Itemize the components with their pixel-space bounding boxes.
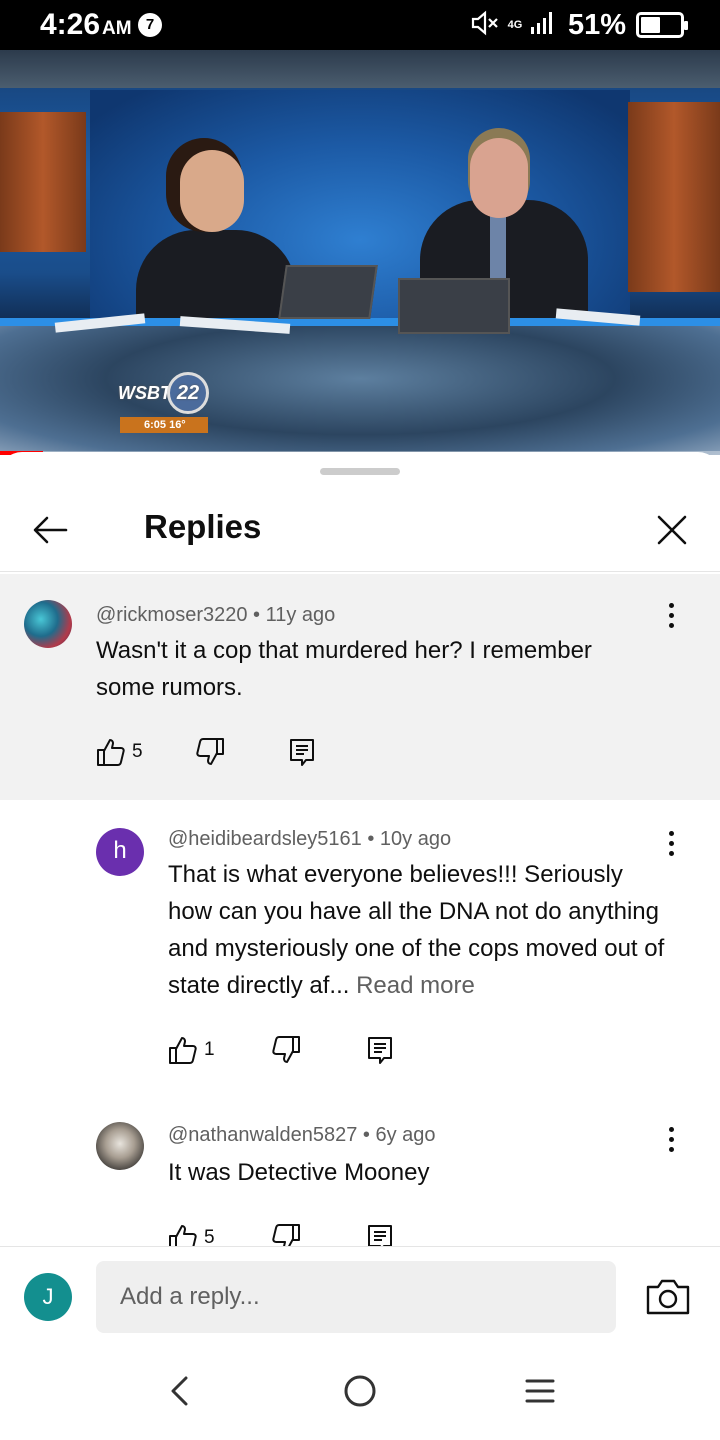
comment-more-button[interactable] — [656, 826, 686, 870]
reply-comment: @nathanwalden5827 • 6y ago It was Detect… — [0, 1092, 720, 1246]
video-player[interactable]: WSBT 22 6:05 16° — [0, 50, 720, 455]
comment-meta: @nathanwalden5827 • 6y ago — [168, 1124, 436, 1147]
comment-icon — [365, 1035, 395, 1065]
meta-separator: • — [362, 1124, 370, 1146]
status-time: 4:26 AM — [40, 8, 132, 41]
comment-age[interactable]: 6y ago — [376, 1124, 436, 1146]
comment-meta: @heidibeardsley5161 • 10y ago — [168, 828, 451, 851]
reply-comment: h @heidibeardsley5161 • 10y ago That is … — [0, 800, 720, 1080]
thumb-up-icon — [168, 1223, 198, 1246]
close-icon — [657, 515, 687, 545]
news-desk — [0, 318, 720, 455]
comment-meta: @rickmoser3220 • 11y ago — [96, 604, 335, 627]
thumb-up-icon — [168, 1035, 198, 1065]
battery-percent: 51% — [567, 8, 626, 41]
more-vert-icon — [668, 1127, 674, 1132]
dislike-button[interactable] — [271, 1035, 301, 1065]
comment-age[interactable]: 10y ago — [380, 828, 451, 850]
comment-actions: 5 — [96, 732, 317, 772]
meta-separator: • — [367, 828, 375, 850]
status-ampm: AM — [102, 18, 132, 39]
dislike-button[interactable] — [271, 1223, 301, 1246]
nav-home-button[interactable] — [335, 1366, 385, 1416]
studio-panel-left — [0, 112, 86, 252]
menu-icon — [525, 1379, 555, 1403]
reply-button[interactable] — [287, 737, 317, 767]
comment-author[interactable]: @heidibeardsley5161 — [168, 828, 362, 850]
comment-more-button[interactable] — [656, 1122, 686, 1166]
camera-button[interactable] — [644, 1277, 692, 1317]
comment-icon — [287, 737, 317, 767]
notification-badge: 7 — [138, 13, 162, 37]
comment-author[interactable]: @rickmoser3220 — [96, 604, 247, 626]
laptop — [398, 278, 510, 334]
thumb-down-icon — [271, 1223, 301, 1246]
comment-author[interactable]: @nathanwalden5827 — [168, 1124, 357, 1146]
like-count: 5 — [204, 1227, 215, 1246]
comment-more-button[interactable] — [656, 598, 686, 642]
reply-button[interactable] — [365, 1035, 395, 1065]
mute-icon — [470, 10, 500, 41]
channel-number: 22 — [167, 372, 209, 414]
comment-age[interactable]: 11y ago — [266, 604, 336, 626]
anchor-female-head — [180, 150, 244, 232]
close-button[interactable] — [648, 506, 696, 554]
my-avatar[interactable]: J — [24, 1273, 72, 1321]
comment-text: It was Detective Mooney — [168, 1159, 430, 1186]
system-nav-bar — [0, 1344, 720, 1440]
comment-icon — [365, 1223, 395, 1246]
camera-icon — [646, 1279, 690, 1315]
status-indicators: 4G 51% — [470, 8, 688, 42]
avatar[interactable]: h — [96, 828, 144, 876]
thumb-up-icon — [96, 737, 126, 767]
more-vert-icon — [668, 603, 674, 608]
comment-text: Wasn't it a cop that murdered her? I rem… — [96, 637, 592, 701]
comment-text: That is what everyone believes!!! Seriou… — [168, 856, 668, 1004]
thumb-down-icon — [271, 1035, 301, 1065]
channel-logo: WSBT 22 — [118, 372, 209, 414]
parent-comment: @rickmoser3220 • 11y ago Wasn't it a cop… — [0, 574, 720, 800]
anchor-male-head — [470, 138, 528, 218]
replies-sheet: Replies @rickmoser3220 • 11y ago Wasn't … — [0, 452, 720, 1440]
sheet-title: Replies — [144, 508, 262, 545]
status-bar: 4:26 AM 7 4G 51% — [0, 0, 720, 50]
reply-button[interactable] — [365, 1223, 395, 1246]
comment-actions: 5 — [168, 1218, 395, 1246]
laptop — [278, 265, 378, 319]
meta-separator: • — [253, 604, 261, 626]
home-circle-icon — [344, 1375, 376, 1407]
studio-panel-right — [628, 102, 720, 292]
like-count: 1 — [204, 1039, 215, 1060]
studio-ceiling — [0, 50, 720, 88]
read-more-link[interactable]: Read more — [356, 972, 475, 999]
drag-handle[interactable] — [320, 468, 400, 475]
reply-input[interactable] — [96, 1261, 616, 1333]
sheet-header: Replies — [0, 488, 720, 572]
arrow-left-icon — [33, 516, 68, 544]
thumb-down-icon — [195, 737, 225, 767]
network-type-icon: 4G — [507, 18, 523, 31]
nav-back-button[interactable] — [155, 1366, 205, 1416]
like-button[interactable]: 5 — [96, 737, 143, 767]
reply-bar: J — [0, 1246, 720, 1344]
like-button[interactable]: 1 — [168, 1035, 215, 1065]
like-count: 5 — [132, 741, 143, 762]
avatar[interactable] — [24, 600, 72, 648]
battery-icon — [636, 12, 688, 38]
signal-icon — [530, 11, 556, 40]
more-vert-icon — [668, 831, 674, 836]
avatar[interactable] — [96, 1122, 144, 1170]
comment-actions: 1 — [168, 1030, 395, 1070]
channel-logo-text: WSBT — [118, 382, 171, 403]
back-button[interactable] — [26, 506, 74, 554]
dislike-button[interactable] — [195, 737, 225, 767]
battery-level — [641, 17, 661, 33]
broadcast-time: 6:05 16° — [120, 417, 208, 433]
nav-menu-button[interactable] — [515, 1366, 565, 1416]
like-button[interactable]: 5 — [168, 1223, 215, 1246]
chevron-left-icon — [171, 1376, 188, 1406]
